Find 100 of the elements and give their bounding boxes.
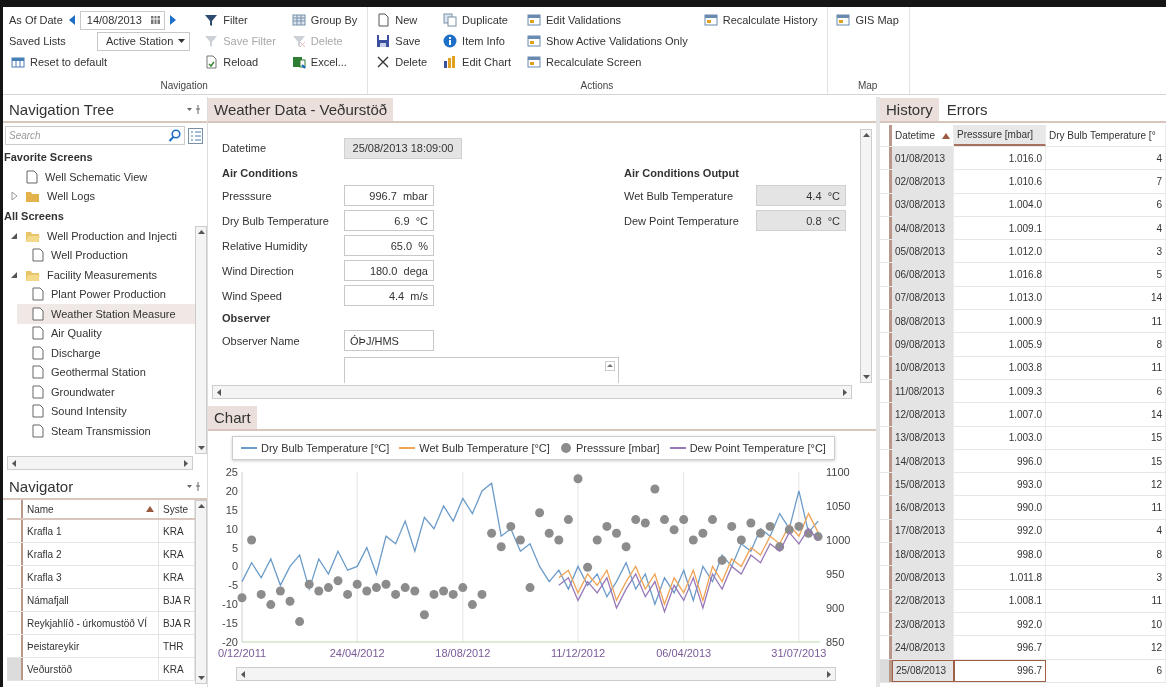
ribbon-button[interactable]: Show Active Validations Only xyxy=(525,31,690,51)
search-field[interactable]: Search xyxy=(5,126,185,145)
left-arrow-icon[interactable] xyxy=(215,387,223,397)
table-row[interactable]: 17/08/2013 992.0 4 xyxy=(880,519,1166,544)
table-row[interactable]: 06/08/2013 1.016.8 5 xyxy=(880,263,1166,287)
pin-icon[interactable] xyxy=(185,103,201,115)
table-row[interactable]: 22/08/2013 1.008.1 11 xyxy=(880,589,1166,613)
column-header[interactable]: Name xyxy=(23,500,159,518)
grid-row[interactable]: Krafla 2 KRA xyxy=(7,543,195,566)
table-row[interactable]: 10/08/2013 1.003.8 11 xyxy=(880,356,1166,380)
scrollbar[interactable] xyxy=(195,500,207,684)
calendar-icon[interactable] xyxy=(149,14,161,26)
tree-item[interactable]: Well Production and Injecti xyxy=(3,226,195,246)
ribbon-button[interactable]: Edit Validations xyxy=(525,10,624,30)
input-field[interactable]: 4.4 m/s xyxy=(344,285,434,306)
input-field[interactable]: 6.9 °C xyxy=(344,210,434,231)
up-arrow-icon[interactable] xyxy=(861,131,871,139)
table-row[interactable]: 05/08/2013 1.012.0 3 xyxy=(880,240,1166,264)
ribbon-button[interactable]: Delete xyxy=(374,52,430,72)
input-field[interactable]: 996.7 mbar xyxy=(344,185,434,206)
save-icon xyxy=(376,34,391,48)
ribbon-button[interactable]: Reset to default xyxy=(9,52,110,72)
expand-icon[interactable] xyxy=(9,191,19,202)
input-field[interactable]: 65.0 % xyxy=(344,235,434,256)
tree-item[interactable]: Air Quality xyxy=(17,323,195,343)
tree-item[interactable]: Sound Intensity xyxy=(17,401,195,421)
grid-row[interactable]: Krafla 1 KRA xyxy=(7,520,195,543)
ribbon-button[interactable]: Item Info xyxy=(441,31,507,51)
tree-item[interactable]: Steam Transmission xyxy=(17,421,195,441)
date-field[interactable]: 14/08/2013 xyxy=(79,10,165,30)
scrollbar[interactable] xyxy=(195,226,207,454)
ribbon-button[interactable]: Filter xyxy=(202,10,250,30)
table-row[interactable]: 18/08/2013 998.0 8 xyxy=(880,543,1166,567)
table-row[interactable]: 03/08/2013 1.004.0 6 xyxy=(880,193,1166,217)
panel-tab[interactable]: Errors xyxy=(940,97,994,121)
tree-item[interactable]: Facility Measurements xyxy=(3,265,195,285)
tree-item[interactable]: Well Logs xyxy=(3,186,207,206)
tree-item[interactable]: Discharge xyxy=(17,343,195,363)
table-row[interactable]: 20/08/2013 1.011.8 3 xyxy=(880,566,1166,590)
left-arrow-icon[interactable] xyxy=(10,458,18,468)
ribbon-button[interactable]: New xyxy=(374,10,420,30)
dropdown[interactable]: Active Station xyxy=(97,31,191,51)
table-row[interactable]: 02/08/2013 1.010.6 7 xyxy=(880,170,1166,194)
tree-item[interactable]: Plant Power Production xyxy=(17,284,195,304)
scrollbar[interactable] xyxy=(7,456,193,470)
down-arrow-icon[interactable] xyxy=(196,674,206,682)
table-row[interactable]: 04/08/2013 1.009.1 4 xyxy=(880,216,1166,241)
ribbon-button[interactable]: Group By xyxy=(289,10,360,30)
ribbon-button[interactable]: GIS Map xyxy=(834,10,901,30)
tree-item[interactable]: Weather Station Measure xyxy=(17,304,195,324)
right-arrow-icon[interactable] xyxy=(168,14,178,26)
up-arrow-icon[interactable] xyxy=(196,502,206,510)
grid-row[interactable]: Námafjall BJA R xyxy=(7,589,195,612)
right-arrow-icon[interactable] xyxy=(825,669,833,679)
panel-tab[interactable]: Chart xyxy=(208,405,257,429)
input-field[interactable]: 180.0 dega xyxy=(344,260,434,281)
ribbon-button[interactable]: Save xyxy=(374,31,423,51)
table-row[interactable]: 09/08/2013 1.005.9 8 xyxy=(880,333,1166,357)
grid-row[interactable]: Krafla 3 KRA xyxy=(7,566,195,589)
list-icon[interactable] xyxy=(188,127,203,144)
column-header[interactable]: Presssure [mbar] xyxy=(954,125,1046,146)
scrollbar[interactable] xyxy=(236,667,836,681)
down-arrow-icon[interactable] xyxy=(196,444,206,452)
panel-tab[interactable]: Weather Data - Veðurstöð xyxy=(208,97,394,121)
grid-row[interactable]: Reykjahlíð - úrkomustöð VÍ BJA R xyxy=(7,612,195,635)
right-arrow-icon[interactable] xyxy=(841,387,849,397)
tree-item[interactable]: Groundwater xyxy=(17,382,195,402)
input-field[interactable]: ÓÞJ/HMS xyxy=(344,330,434,351)
ribbon-button[interactable]: Recalculate History xyxy=(701,10,820,30)
pin-icon[interactable] xyxy=(185,480,201,492)
right-arrow-icon[interactable] xyxy=(182,458,190,468)
down-arrow-icon[interactable] xyxy=(861,373,871,381)
table-row[interactable]: 23/08/2013 992.0 10 xyxy=(880,612,1166,637)
table-row[interactable]: 12/08/2013 1.007.0 14 xyxy=(880,403,1166,427)
table-row[interactable]: 15/08/2013 993.0 12 xyxy=(880,473,1166,497)
table-row[interactable]: 01/08/2013 1.016.0 4 xyxy=(880,147,1166,171)
tree-item[interactable]: Geothermal Station xyxy=(17,362,195,382)
table-row[interactable]: 08/08/2013 1.000.9 11 xyxy=(880,310,1166,334)
ribbon-button[interactable]: Excel... xyxy=(289,52,349,72)
scrollbar[interactable] xyxy=(212,385,852,399)
column-header[interactable]: Dry Bulb Temperature [° xyxy=(1046,125,1166,146)
table-row[interactable]: 13/08/2013 1.003.0 15 xyxy=(880,426,1166,450)
table-row[interactable]: 14/08/2013 996.0 15 xyxy=(880,449,1166,474)
search-icon[interactable] xyxy=(168,129,181,142)
tree-item[interactable]: Well Schematic View xyxy=(3,167,207,187)
scrollbar[interactable] xyxy=(860,129,872,383)
ribbon-button[interactable]: Duplicate xyxy=(441,10,510,30)
tree-item[interactable]: Well Production xyxy=(17,245,195,265)
up-arrow-icon[interactable] xyxy=(196,228,206,236)
panel-tab[interactable]: History xyxy=(880,97,939,121)
ribbon-button[interactable]: Recalculate Screen xyxy=(525,52,644,72)
ribbon-button[interactable]: Edit Chart xyxy=(441,52,514,72)
table-row[interactable]: 16/08/2013 990.0 11 xyxy=(880,496,1166,520)
table-row[interactable]: 11/08/2013 1.009.3 6 xyxy=(880,379,1166,404)
table-row[interactable]: 25/08/2013 996.7 6 xyxy=(880,659,1166,683)
table-row[interactable]: 24/08/2013 996.7 12 xyxy=(880,636,1166,660)
table-row[interactable]: 07/08/2013 1.013.0 14 xyxy=(880,286,1166,311)
ribbon-button[interactable]: Reload xyxy=(202,52,261,72)
grid-row[interactable]: Veðurstöð KRA xyxy=(7,658,195,681)
left-arrow-icon[interactable] xyxy=(239,669,247,679)
